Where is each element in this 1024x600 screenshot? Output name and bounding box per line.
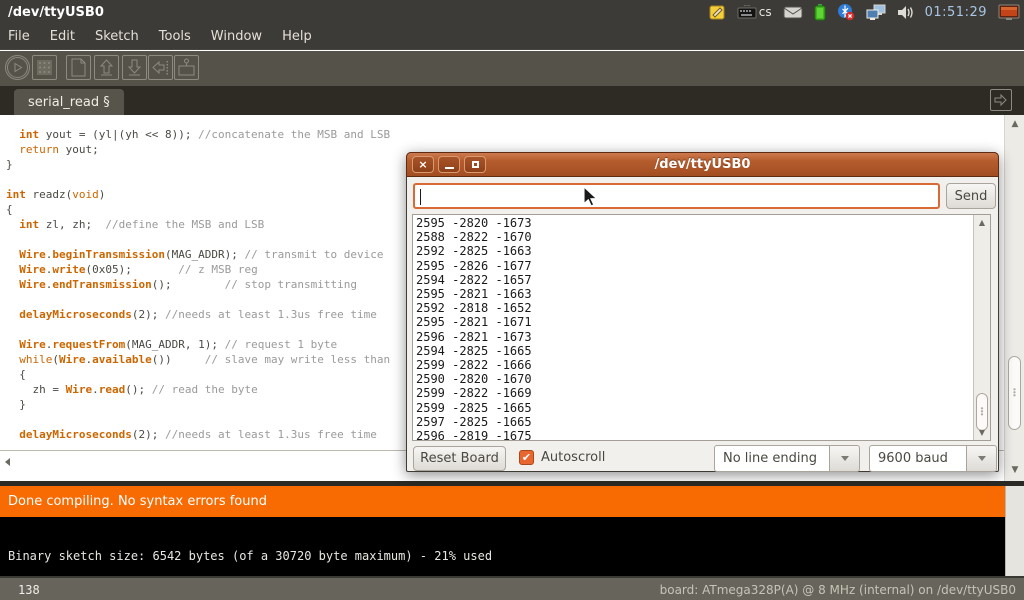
hscroll-left-arrow-icon[interactable] xyxy=(5,458,10,466)
network-icon[interactable] xyxy=(866,4,886,21)
editor-scroll-thumb[interactable]: ••• xyxy=(1008,356,1021,430)
serial-row: 2595 -2821 -1671 xyxy=(416,315,990,329)
serial-row: 2599 -2822 -1669 xyxy=(416,386,990,400)
serial-output-area[interactable]: 2595 -2820 -16732588 -2822 -16702592 -28… xyxy=(412,214,991,441)
upload-button[interactable] xyxy=(148,55,173,80)
ide-toolbar xyxy=(0,51,1024,86)
reset-board-button[interactable]: Reset Board xyxy=(413,446,506,471)
scroll-down-icon[interactable]: ▼ xyxy=(1005,465,1024,475)
tab-menu-button[interactable] xyxy=(990,89,1012,111)
text-caret xyxy=(420,189,421,205)
serial-row: 2595 -2826 -1677 xyxy=(416,259,990,273)
serial-rows: 2595 -2820 -16732588 -2822 -16702592 -28… xyxy=(413,215,990,441)
mail-icon[interactable] xyxy=(783,5,803,19)
serial-row: 2594 -2825 -1665 xyxy=(416,344,990,358)
serial-scroll-thumb[interactable]: ••• xyxy=(976,393,988,431)
serial-monitor-title: /dev/ttyUSB0 xyxy=(655,157,751,172)
serial-monitor-titlebar[interactable]: /dev/ttyUSB0 × xyxy=(406,152,999,177)
serial-row: 2588 -2822 -1670 xyxy=(416,230,990,244)
serial-row: 2594 -2822 -1657 xyxy=(416,273,990,287)
keyboard-layout-indicator[interactable]: cs xyxy=(737,5,772,19)
verify-button[interactable] xyxy=(5,55,30,80)
serial-row: 2596 -2819 -1675 xyxy=(416,429,990,441)
power-icon[interactable] xyxy=(998,4,1020,21)
send-button[interactable]: Send xyxy=(946,183,996,209)
serial-row: 2599 -2822 -1666 xyxy=(416,358,990,372)
console-output: Binary sketch size: 6542 bytes (of a 307… xyxy=(0,517,1005,576)
serial-row: 2592 -2818 -1652 xyxy=(416,301,990,315)
system-tray: cs 01:51:29 xyxy=(709,0,1020,24)
minimize-icon[interactable] xyxy=(438,156,460,173)
autoscroll-checkbox[interactable]: ✔ xyxy=(519,450,534,465)
scroll-up-icon[interactable]: ▲ xyxy=(1005,119,1024,129)
serial-row: 2590 -2820 -1670 xyxy=(416,372,990,386)
mouse-cursor xyxy=(583,186,599,212)
scroll-down-icon[interactable]: ▼ xyxy=(974,428,990,437)
menu-item-sketch[interactable]: Sketch xyxy=(95,25,149,48)
line-ending-select[interactable]: No line ending xyxy=(714,445,829,472)
serial-send-input[interactable] xyxy=(413,183,940,209)
save-sketch-button[interactable] xyxy=(122,55,147,80)
serial-row: 2595 -2821 -1663 xyxy=(416,287,990,301)
autoscroll-label: Autoscroll xyxy=(541,450,605,465)
close-icon[interactable]: × xyxy=(412,156,434,173)
editor-vscrollbar[interactable]: ▲ ••• ▼ xyxy=(1004,115,1024,481)
serial-row: 2592 -2825 -1663 xyxy=(416,244,990,258)
menu-item-help[interactable]: Help xyxy=(282,25,322,48)
menu-item-file[interactable]: File xyxy=(8,25,40,48)
serial-row: 2596 -2821 -1673 xyxy=(416,330,990,344)
tab-serial-read[interactable]: serial_read § xyxy=(14,89,124,115)
keyboard-icon xyxy=(737,5,757,19)
battery-icon[interactable] xyxy=(814,3,826,21)
serial-vscrollbar[interactable]: ▲ ••• ▼ xyxy=(973,215,990,440)
maximize-icon[interactable] xyxy=(464,156,486,173)
baud-rate-dropdown-icon[interactable] xyxy=(966,445,997,472)
tab-bar: serial_read § xyxy=(0,86,1024,115)
baud-rate-select[interactable]: 9600 baud xyxy=(869,445,966,472)
console-scrollbar[interactable] xyxy=(1005,486,1024,576)
volume-icon[interactable] xyxy=(897,5,914,20)
serial-row: 2597 -2825 -1665 xyxy=(416,415,990,429)
ide-statusbar: 138 board: ATmega328P(A) @ 8 MHz (intern… xyxy=(0,576,1024,600)
screen: /dev/ttyUSB0 cs 01:51:29 File Edit Sketch T… xyxy=(0,0,1024,600)
scroll-up-icon[interactable]: ▲ xyxy=(974,218,990,227)
bluetooth-icon[interactable] xyxy=(837,3,855,21)
menu-item-window[interactable]: Window xyxy=(211,25,272,48)
menu-item-tools[interactable]: Tools xyxy=(159,25,201,48)
line-ending-dropdown-icon[interactable] xyxy=(829,445,860,472)
system-panel: /dev/ttyUSB0 cs 01:51:29 xyxy=(0,0,1024,24)
window-buttons: × xyxy=(412,156,486,173)
serial-row: 2599 -2825 -1665 xyxy=(416,401,990,415)
open-sketch-button[interactable] xyxy=(94,55,119,80)
board-info: board: ATmega328P(A) @ 8 MHz (internal) … xyxy=(660,583,1016,597)
active-window-title: /dev/ttyUSB0 xyxy=(0,5,104,20)
compile-status-message: Done compiling. No syntax errors found xyxy=(0,494,267,509)
serial-row: 2595 -2820 -1673 xyxy=(416,216,990,230)
stop-button[interactable] xyxy=(32,55,57,80)
code-line: int yout = (yl|(yh << 8)); //concatenate… xyxy=(6,127,1004,142)
new-sketch-button[interactable] xyxy=(66,55,91,80)
compile-status-strip: Done compiling. No syntax errors found xyxy=(0,486,1005,517)
menu-item-edit[interactable]: Edit xyxy=(50,25,85,48)
menu-bar: File Edit Sketch Tools Window Help xyxy=(0,24,1024,50)
notes-icon[interactable] xyxy=(709,4,726,21)
console-text: Binary sketch size: 6542 bytes (of a 307… xyxy=(0,517,1005,563)
serial-monitor-window: /dev/ttyUSB0 × Send 2595 -2820 -16732588… xyxy=(406,152,999,472)
serial-monitor-button[interactable] xyxy=(174,55,199,80)
line-number: 138 xyxy=(18,583,40,597)
clock[interactable]: 01:51:29 xyxy=(925,5,987,20)
